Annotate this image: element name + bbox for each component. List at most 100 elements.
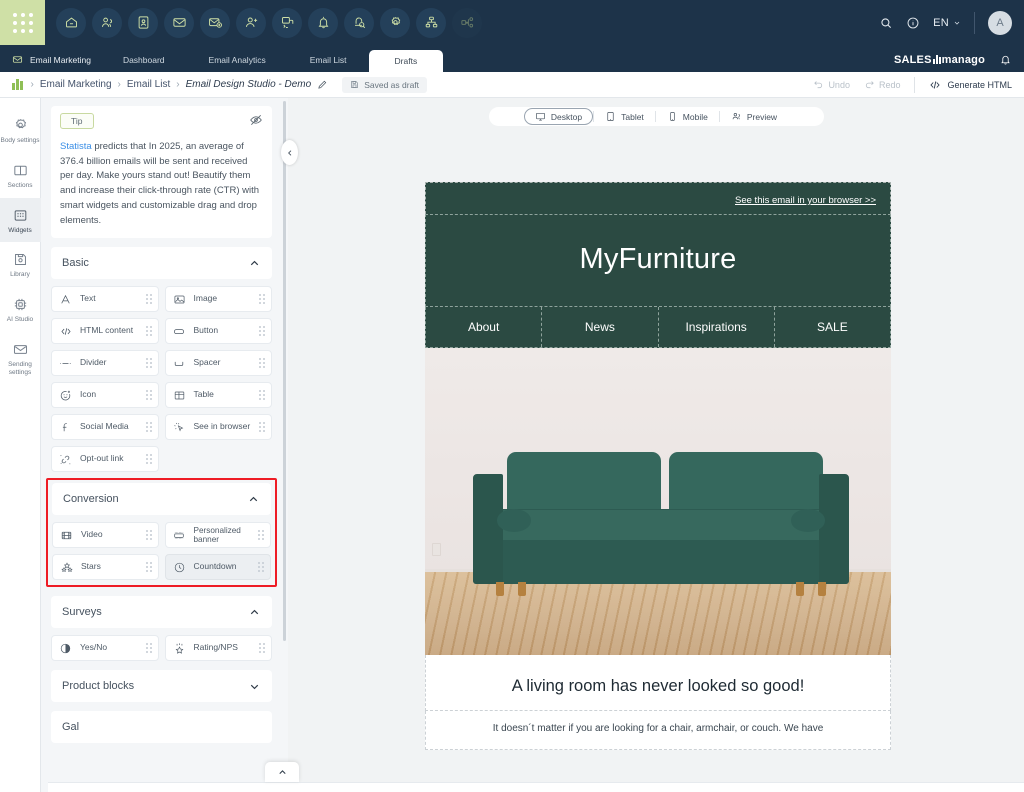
email-add-icon[interactable] <box>200 7 230 38</box>
see-in-browser-link[interactable]: See this email in your browser >> <box>735 195 876 206</box>
drag-handle-icon[interactable] <box>145 358 152 369</box>
panel-collapse-toggle[interactable] <box>281 140 298 165</box>
widget-social-media[interactable]: Social Media <box>51 414 159 441</box>
drag-handle-icon[interactable] <box>145 326 152 337</box>
email-nav-inspirations[interactable]: Inspirations <box>659 307 775 347</box>
device-mobile-button[interactable]: Mobile <box>656 108 719 125</box>
drag-handle-icon[interactable] <box>259 326 265 337</box>
widget-rating-nps[interactable]: Rating/NPS <box>164 635 272 662</box>
search-icon[interactable] <box>879 16 893 30</box>
widget-label: Spacer <box>193 357 221 368</box>
tab-email-list[interactable]: Email List <box>288 55 369 72</box>
panel-scrollbar[interactable] <box>283 101 286 641</box>
subnav-section-label: Email Marketing <box>30 54 91 65</box>
email-nav-sale[interactable]: SALE <box>775 307 890 347</box>
sidebar-item-widgets[interactable]: Widgets <box>0 197 41 243</box>
device-preview-button[interactable]: Preview <box>720 108 788 125</box>
email-body-text[interactable]: It doesn´t matter if you are looking for… <box>425 711 891 750</box>
breadcrumb-item-email-marketing[interactable]: Email Marketing <box>40 79 112 90</box>
drag-handle-icon[interactable] <box>145 390 152 401</box>
apps-grid-launcher[interactable] <box>0 0 45 45</box>
email-hero-image[interactable] <box>425 348 891 655</box>
scroll-to-top-button[interactable] <box>265 762 299 782</box>
widget-icon[interactable]: Icon <box>51 382 159 409</box>
device-desktop-button[interactable]: Desktop <box>523 108 594 125</box>
device-tablet-button[interactable]: Tablet <box>594 108 655 125</box>
salesmanago-logo: SALES manago <box>894 54 985 66</box>
group-header-conversion[interactable]: Conversion <box>52 483 271 516</box>
group-header-product-blocks[interactable]: Product blocks <box>51 670 272 703</box>
widget-yes-no[interactable]: Yes/No <box>51 635 159 662</box>
notification-bell-icon[interactable] <box>999 53 1012 66</box>
drag-handle-icon[interactable] <box>259 358 265 369</box>
sidebar-item-sending-settings[interactable]: Sending settings <box>0 332 41 385</box>
drag-handle-icon[interactable] <box>145 562 152 573</box>
alert-search-icon[interactable] <box>344 7 374 38</box>
contacts-icon[interactable] <box>92 7 122 38</box>
widget-see-in-browser[interactable]: See in browser <box>164 414 272 441</box>
add-user-icon[interactable] <box>236 7 266 38</box>
email-icon[interactable] <box>164 7 194 38</box>
drag-handle-icon[interactable] <box>145 643 152 654</box>
group-header-surveys[interactable]: Surveys <box>51 596 272 629</box>
widget-table[interactable]: Table <box>164 382 272 409</box>
group-header-partial[interactable]: Gal <box>51 711 272 744</box>
statista-link[interactable]: Statista <box>60 141 92 152</box>
tab-drafts[interactable]: Drafts <box>368 50 444 72</box>
widget-divider[interactable]: Divider <box>51 350 159 377</box>
widget-label: Icon <box>80 389 97 400</box>
hierarchy-icon[interactable] <box>416 7 446 38</box>
email-nav-about[interactable]: About <box>426 307 543 347</box>
drag-handle-icon[interactable] <box>259 390 265 401</box>
email-brand-block[interactable]: MyFurniture <box>425 214 891 307</box>
widget-stars[interactable]: Stars <box>52 554 159 581</box>
undo-button[interactable]: Undo <box>813 79 850 90</box>
drag-handle-icon[interactable] <box>259 422 265 433</box>
email-headline-block[interactable]: A living room has never looked so good! <box>425 655 891 711</box>
device-label: Mobile <box>682 111 708 122</box>
drag-handle-icon[interactable] <box>258 562 264 573</box>
language-selector[interactable]: EN <box>933 17 961 29</box>
widget-html-content[interactable]: HTML content <box>51 318 159 345</box>
sidebar-item-ai-studio[interactable]: AI Studio <box>0 287 41 332</box>
tab-email-analytics[interactable]: Email Analytics <box>187 55 288 72</box>
breadcrumb-item-email-list[interactable]: Email List <box>127 79 170 90</box>
sidebar-item-sections[interactable]: Sections <box>0 153 41 198</box>
info-icon[interactable] <box>906 16 920 30</box>
sidebar-item-library[interactable]: Library <box>0 242 41 287</box>
bell-icon[interactable] <box>308 7 338 38</box>
eye-off-icon[interactable] <box>249 113 263 132</box>
widget-video[interactable]: Video <box>52 522 159 549</box>
sofa-leg <box>818 581 827 597</box>
avatar[interactable]: A <box>988 10 1012 35</box>
home-icon[interactable] <box>56 7 86 38</box>
widget-image[interactable]: Image <box>164 286 272 313</box>
contact-profile-icon[interactable] <box>128 7 158 38</box>
drag-handle-icon[interactable] <box>145 422 152 433</box>
drag-handle-icon[interactable] <box>259 643 265 654</box>
widget-opt-out-link[interactable]: Opt-out link <box>51 446 159 473</box>
workflow-icon[interactable] <box>452 7 482 38</box>
drag-handle-icon[interactable] <box>145 454 152 465</box>
drag-handle-icon[interactable] <box>258 530 264 541</box>
email-browser-link-row[interactable]: See this email in your browser >> <box>425 182 891 214</box>
drag-handle-icon[interactable] <box>145 530 152 541</box>
redo-button[interactable]: Redo <box>864 79 900 90</box>
widget-button[interactable]: Button <box>164 318 272 345</box>
email-nav-news[interactable]: News <box>542 307 659 347</box>
drag-handle-icon[interactable] <box>259 294 265 305</box>
widget-countdown[interactable]: Countdown <box>164 554 271 581</box>
widget-personalized-banner[interactable]: Personalized banner <box>164 522 271 549</box>
web-push-icon[interactable] <box>272 7 302 38</box>
settings-gear-icon[interactable] <box>380 7 410 38</box>
pencil-edit-icon[interactable] <box>317 79 328 90</box>
sidebar-item-body-settings[interactable]: Body settings <box>0 108 41 153</box>
generate-html-button[interactable]: Generate HTML <box>929 79 1012 91</box>
widget-spacer[interactable]: Spacer <box>164 350 272 377</box>
broken-link-icon <box>58 453 73 466</box>
sofa-bolster-left <box>497 509 532 532</box>
group-header-basic[interactable]: Basic <box>51 247 272 280</box>
drag-handle-icon[interactable] <box>145 294 152 305</box>
widget-text[interactable]: Text <box>51 286 159 313</box>
tab-dashboard[interactable]: Dashboard <box>101 55 187 72</box>
